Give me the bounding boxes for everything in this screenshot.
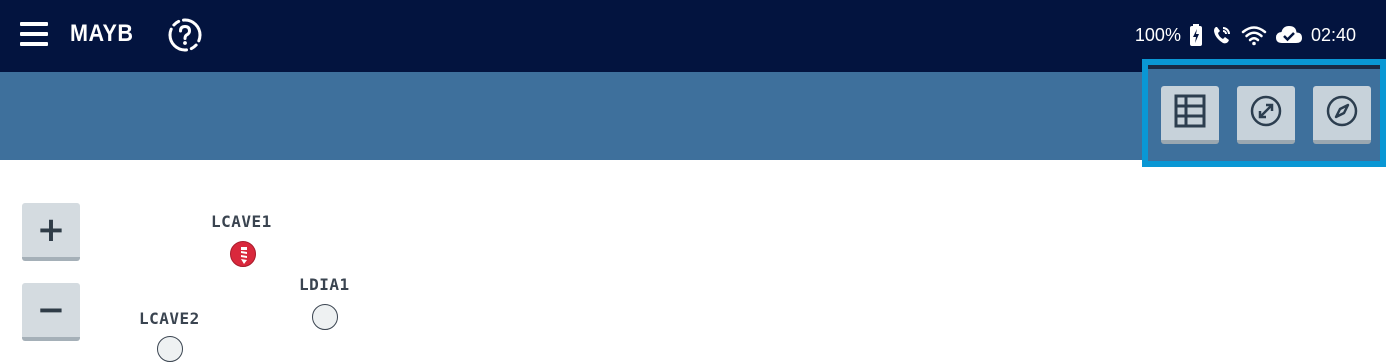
status-bar: 100% 02:40 [1135,22,1356,48]
view-tools-panel [1142,59,1386,167]
node-marker-ldia1[interactable] [312,304,338,330]
wifi-icon [1241,24,1267,46]
compass-icon [1326,95,1358,132]
zoom-out-button[interactable]: − [22,283,80,341]
cloud-check-icon [1275,24,1303,46]
grid-table-icon [1174,94,1206,133]
hamburger-menu-icon[interactable] [20,22,48,46]
panel-top-divider [1148,65,1380,69]
battery-percentage: 100% [1134,24,1181,45]
drill-icon [241,247,247,264]
compass-button[interactable] [1313,86,1371,144]
help-question-icon[interactable] [167,17,203,53]
node-label-lcave2: LCAVE2 [139,309,200,328]
node-label-lcave1: LCAVE1 [211,212,272,231]
node-label-ldia1: LDIA1 [299,275,350,294]
zoom-out-label: − [36,290,66,330]
zoom-in-label: + [36,210,66,250]
node-marker-lcave1[interactable] [230,241,256,267]
zoom-in-button[interactable]: + [22,203,80,261]
grid-view-button[interactable] [1161,86,1219,144]
clock-time: 02:40 [1310,24,1356,45]
app-title: MAYB [70,20,134,47]
phone-call-icon [1211,24,1233,46]
battery-charging-icon [1189,24,1203,46]
expand-circle-icon [1250,95,1282,132]
fit-view-button[interactable] [1237,86,1295,144]
